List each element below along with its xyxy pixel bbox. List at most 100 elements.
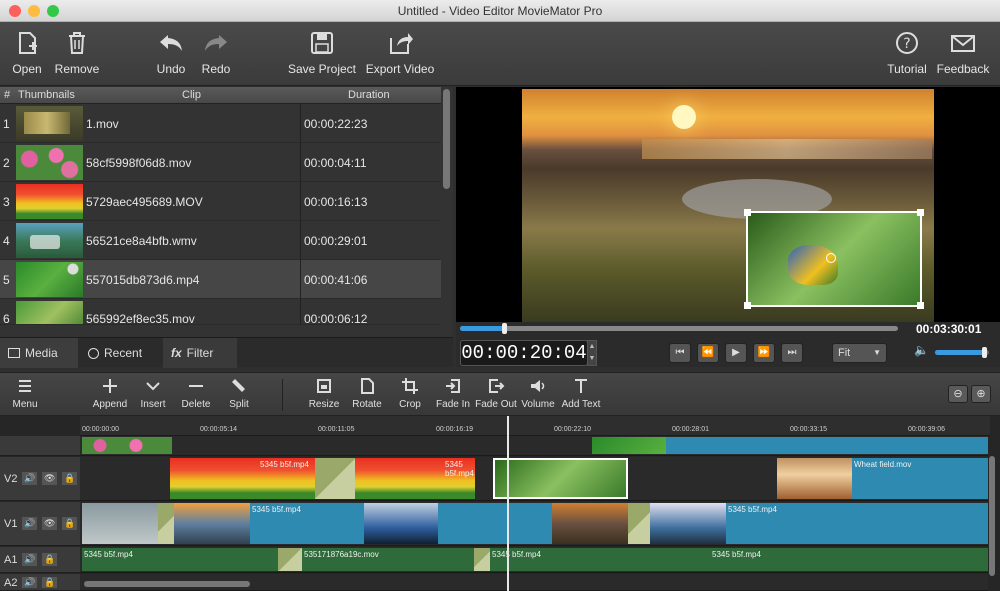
audio-clip[interactable]: 5345 b5f.mp4 — [490, 548, 710, 571]
plus-icon — [103, 379, 117, 393]
track-audio-icon[interactable]: 🔊 — [22, 472, 38, 485]
play-icon: ▶ — [732, 347, 740, 358]
track-visibility-eye-icon[interactable]: 👁 — [42, 472, 58, 485]
timeline-clip[interactable] — [364, 503, 438, 544]
track-audio-icon[interactable]: 🔊 — [22, 553, 38, 566]
table-row[interactable]: 3 5729aec495689.MOV 00:00:16:13 — [0, 182, 441, 221]
track-lock-icon[interactable]: 🔒 — [62, 517, 78, 530]
track-lock-icon[interactable]: 🔒 — [42, 553, 58, 566]
table-row-selected[interactable]: 5 557015db873d6.mp4 00:00:41:06 — [0, 260, 441, 299]
table-row[interactable]: 2 58cf5998f06d8.mov 00:00:04:11 — [0, 143, 441, 182]
timeline-clip[interactable] — [82, 437, 172, 454]
volume-slider-handle[interactable] — [981, 347, 987, 358]
skip-end-icon: ⏭ — [787, 347, 797, 358]
transition-marker[interactable] — [628, 503, 650, 544]
timeline-horizontal-scrollbar[interactable] — [84, 581, 250, 587]
audio-clip[interactable]: 535171876a19c.mov — [302, 548, 474, 571]
timeline-clip[interactable] — [650, 503, 726, 544]
close-window-icon[interactable] — [9, 5, 21, 17]
resize-icon — [317, 379, 331, 393]
fit-select[interactable]: Fit ▼ — [832, 343, 887, 363]
timeline-clip[interactable]: Wheat field.mov — [852, 458, 988, 499]
zoom-in-button[interactable]: ⊕ — [971, 385, 991, 403]
col-header-clip[interactable]: Clip — [182, 89, 201, 101]
timeline-clip[interactable]: 5345 b5f.mp4 — [170, 458, 315, 499]
menu-button[interactable]: Menu — [0, 377, 50, 410]
speaker-icon — [531, 380, 545, 392]
timeline-clip[interactable] — [666, 437, 988, 454]
pip-overlay-frame[interactable] — [744, 209, 924, 309]
table-row[interactable]: 1 1.mov 00:00:22:23 — [0, 104, 441, 143]
tab-filter[interactable]: fx Filter — [163, 338, 237, 368]
track-visibility-eye-icon[interactable]: 👁 — [42, 517, 58, 530]
timecode-stepper[interactable]: ▲ ▼ — [587, 340, 597, 366]
transition-marker[interactable] — [158, 503, 174, 544]
preview-viewport — [456, 87, 1000, 322]
timeline-ruler[interactable]: 00:00:00:00 00:00:05:14 00:00:11:05 00:0… — [80, 416, 990, 436]
transition-marker[interactable] — [315, 458, 355, 499]
audio-clip[interactable]: 5345 b5f.mp4 — [82, 548, 278, 571]
table-row[interactable]: 6 565992ef8ec35.mov 00:00:06:12 — [0, 299, 441, 325]
add-text-button[interactable]: Add Text — [556, 377, 606, 410]
track-audio-icon[interactable]: 🔊 — [22, 577, 38, 588]
rewind-button[interactable]: ⏪ — [697, 343, 719, 363]
col-header-thumbnails[interactable]: Thumbnails — [18, 89, 75, 101]
timeline-clip[interactable] — [592, 437, 666, 454]
playback-controls: 00:00:20:04 ▲ ▼ ⏮ ⏪ ▶ ⏩ ⏭ Fit ▼ 🔈 — [456, 337, 1000, 367]
tab-recent[interactable]: Recent — [80, 338, 160, 368]
undo-arrow-icon — [160, 35, 182, 51]
timeline-clip[interactable]: 5345 b5f.mp4 — [726, 503, 988, 544]
audio-clip[interactable]: 5345 b5f.mp4 — [710, 548, 988, 571]
track-audio-icon[interactable]: 🔊 — [22, 517, 38, 530]
timeline-clip[interactable] — [777, 458, 852, 499]
text-t-icon — [575, 379, 587, 393]
fast-forward-button[interactable]: ⏩ — [753, 343, 775, 363]
volume-slider[interactable] — [935, 347, 989, 358]
table-row[interactable]: 4 56521ce8a4bfb.wmv 00:00:29:01 — [0, 221, 441, 260]
track-lock-icon[interactable]: 🔒 — [42, 577, 58, 588]
skip-start-button[interactable]: ⏮ — [669, 343, 691, 363]
volume-slider-fill — [935, 350, 984, 355]
timeline-vertical-scrollbar[interactable] — [989, 456, 995, 576]
preview-progress-handle[interactable] — [501, 323, 507, 334]
thumbnail-image — [16, 262, 83, 297]
track-header-v1: V1 🔊 👁 🔒 — [0, 502, 80, 546]
volume-icon[interactable]: 🔈 — [914, 343, 929, 357]
remove-button[interactable]: Remove — [46, 30, 108, 76]
tutorial-button[interactable]: ? Tutorial — [876, 30, 938, 76]
zoom-window-icon[interactable] — [47, 5, 59, 17]
tab-media[interactable]: Media — [0, 338, 78, 368]
timeline-clip[interactable]: 5345 b5f.mp4 — [250, 503, 364, 544]
timecode-display[interactable]: 00:00:20:04 — [460, 340, 588, 366]
timeline-clip[interactable] — [174, 503, 250, 544]
col-header-num[interactable]: # — [4, 89, 10, 101]
play-button[interactable]: ▶ — [725, 343, 747, 363]
timeline-playhead[interactable] — [507, 416, 509, 591]
media-list-scrollbar[interactable] — [443, 89, 450, 189]
track-v1: 5345 b5f.mp4 5345 b5f.mp4 — [80, 502, 988, 546]
timeline-clip[interactable] — [438, 503, 552, 544]
timeline-clip-selected[interactable] — [493, 458, 628, 499]
transition-marker[interactable] — [278, 548, 302, 571]
save-project-button[interactable]: Save Project — [283, 30, 361, 76]
transition-marker[interactable] — [474, 548, 490, 571]
thumbnail-image — [16, 184, 83, 219]
col-header-duration[interactable]: Duration — [348, 89, 390, 101]
fade-in-icon — [446, 379, 460, 393]
zoom-out-button[interactable]: ⊖ — [948, 385, 968, 403]
track-header-a2: A2 🔊 🔒 — [0, 574, 80, 591]
film-icon — [8, 348, 20, 358]
feedback-button[interactable]: Feedback — [932, 30, 994, 76]
timeline-clip[interactable]: 5345 b5f.mp4 — [355, 458, 475, 499]
thumbnail-image — [16, 223, 83, 258]
skip-end-button[interactable]: ⏭ — [781, 343, 803, 363]
preview-progress-fill — [460, 326, 504, 331]
timeline-clip[interactable] — [82, 503, 158, 544]
timeline-clip[interactable] — [552, 503, 628, 544]
track-lock-icon[interactable]: 🔒 — [62, 472, 78, 485]
split-button[interactable]: Split — [214, 377, 264, 410]
export-video-button[interactable]: Export Video — [362, 30, 438, 76]
minimize-window-icon[interactable] — [28, 5, 40, 17]
preview-progress-bar[interactable] — [460, 323, 898, 334]
redo-button[interactable]: Redo — [185, 30, 247, 76]
